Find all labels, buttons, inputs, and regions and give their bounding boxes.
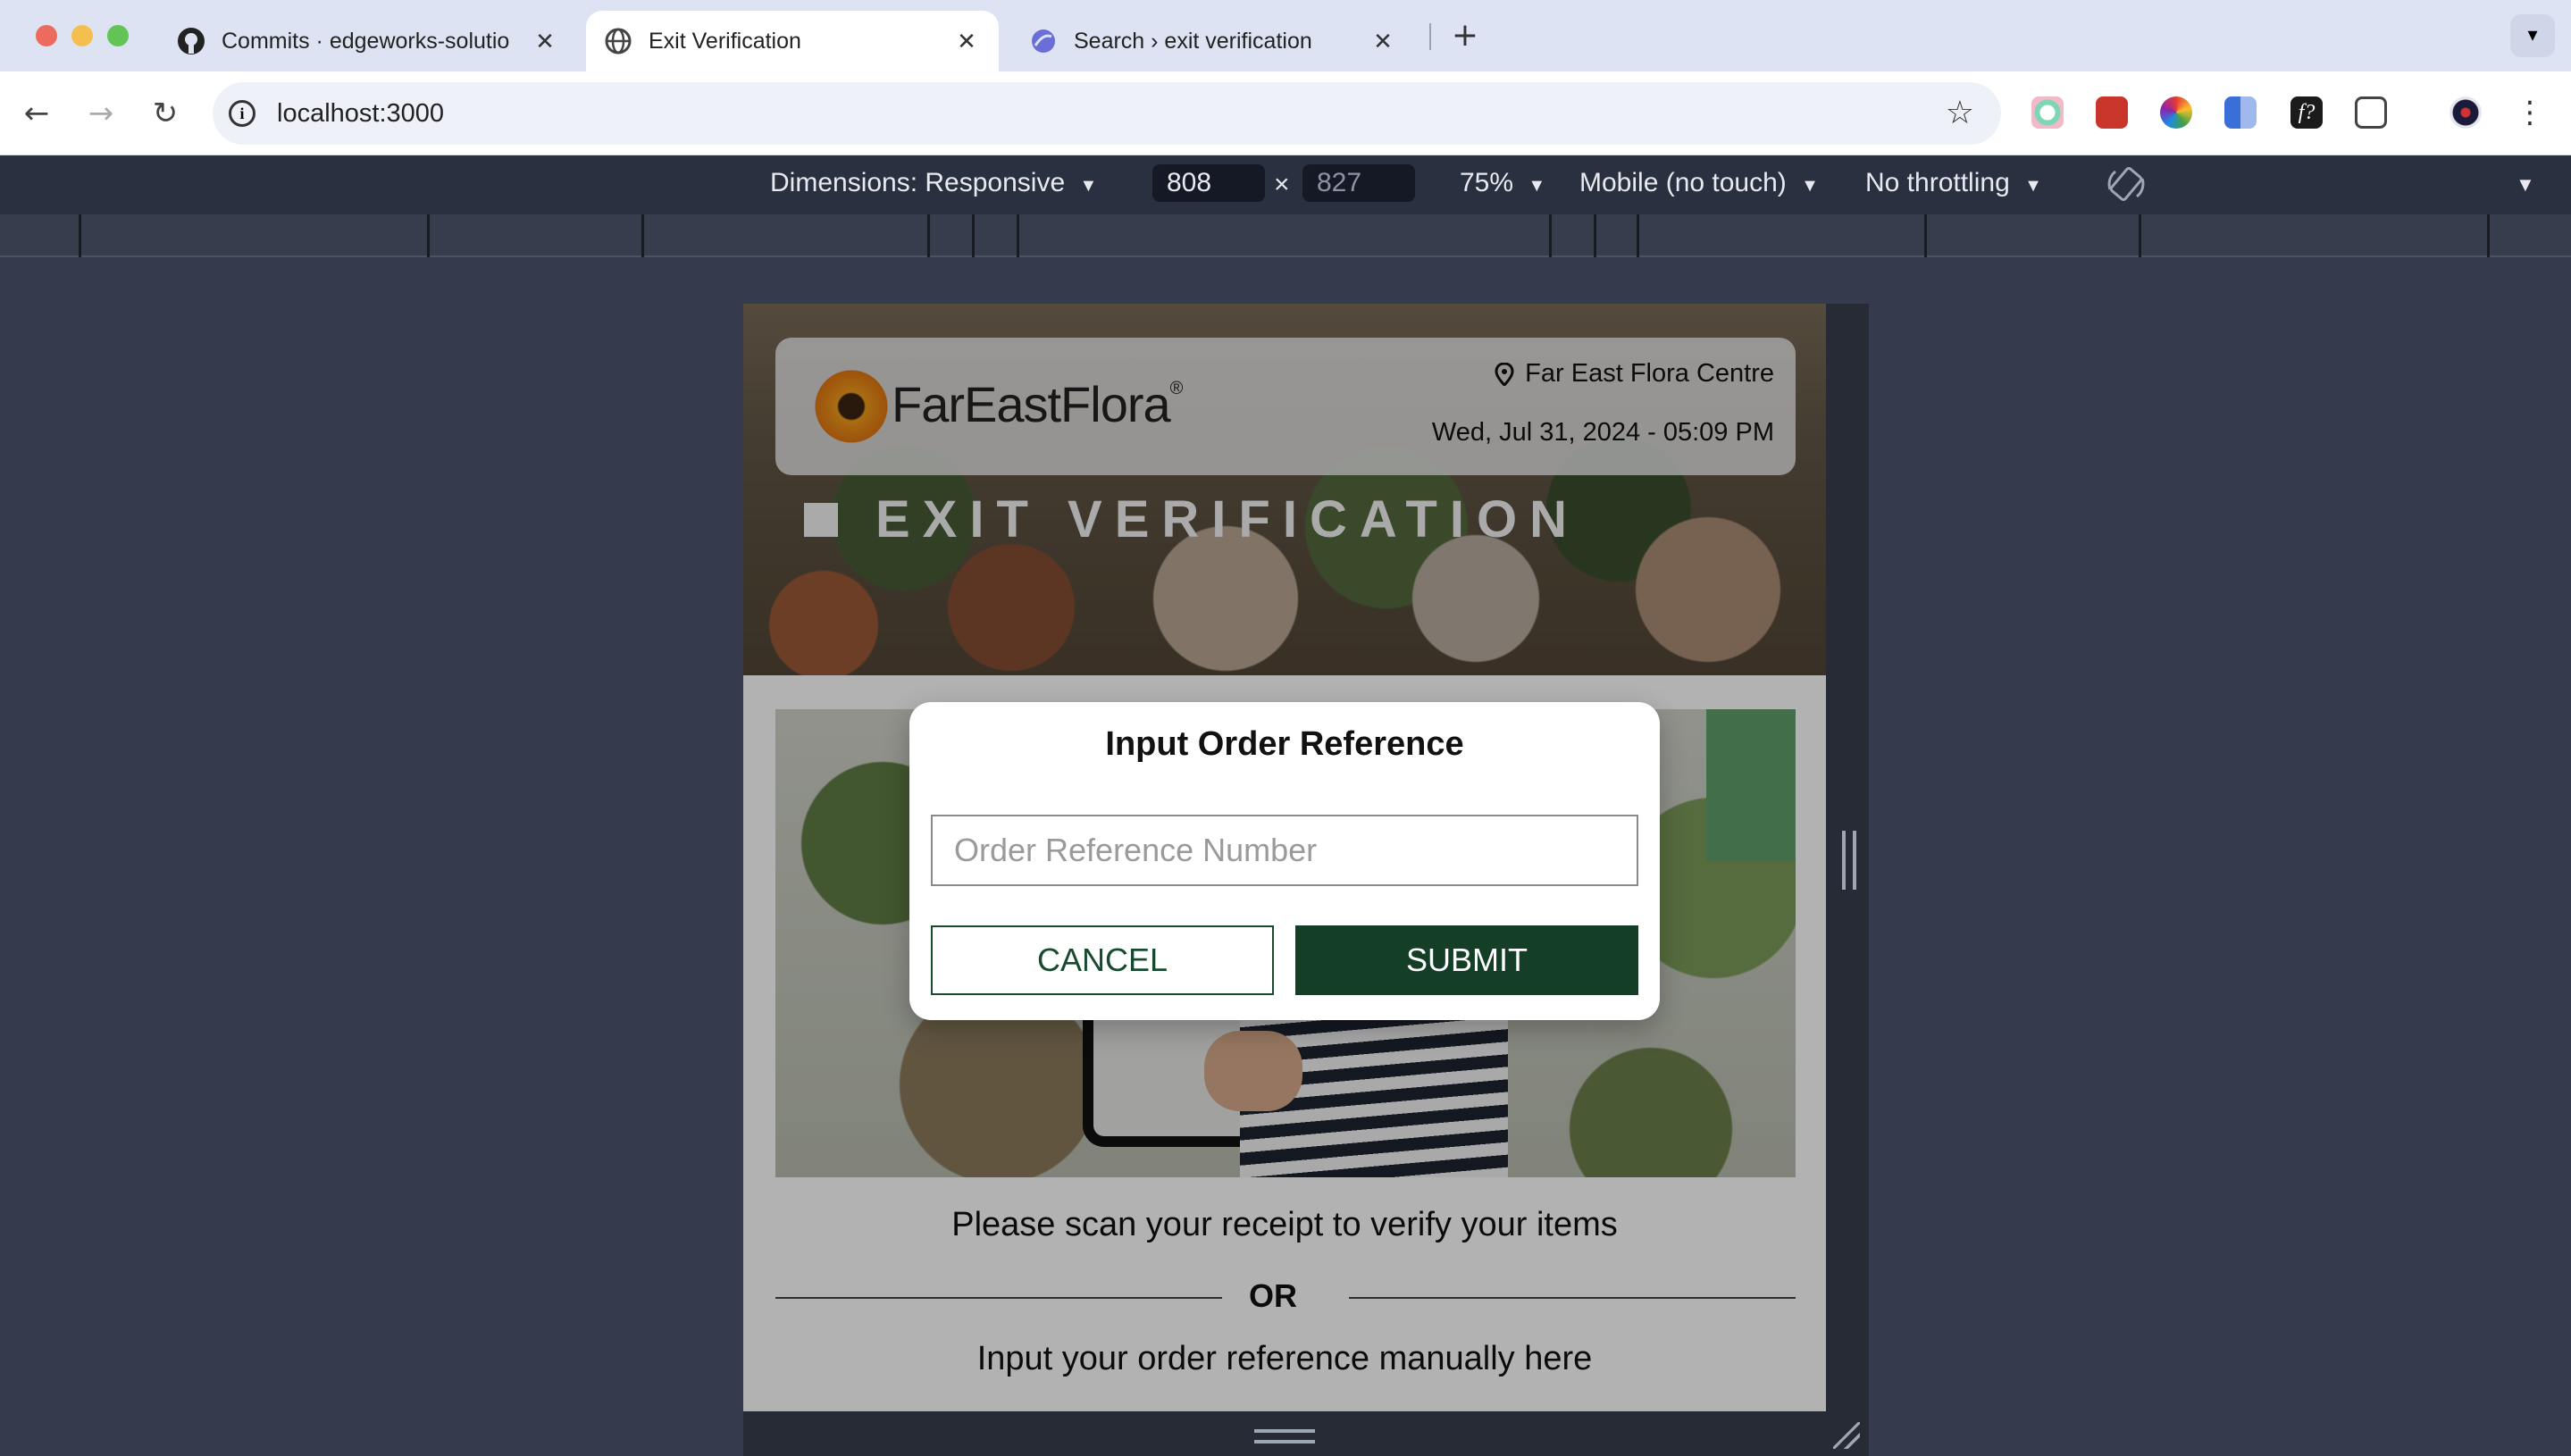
maximize-window-button[interactable] bbox=[107, 25, 129, 46]
tab-exit-verification[interactable]: Exit Verification ✕ bbox=[586, 11, 999, 71]
zoom-dropdown[interactable]: 75% ▼ bbox=[1460, 168, 1545, 198]
close-window-button[interactable] bbox=[36, 25, 57, 46]
color-picker-extension-icon[interactable] bbox=[2160, 96, 2192, 129]
extension-icon-1[interactable] bbox=[2031, 96, 2064, 129]
font-extension-icon[interactable]: f? bbox=[2290, 96, 2323, 129]
browser-tab-bar: Commits · edgeworks-solutio ✕ Exit Verif… bbox=[0, 0, 2571, 71]
new-tab-button[interactable]: + bbox=[1447, 18, 1483, 54]
app-viewport: FarEastFlora® Far East Flora Centre Wed,… bbox=[743, 304, 1826, 1411]
back-button[interactable]: ← bbox=[16, 93, 57, 134]
caret-down-icon: ▼ bbox=[1079, 176, 1098, 196]
submit-label: SUBMIT bbox=[1405, 941, 1528, 978]
media-query-ruler[interactable] bbox=[0, 214, 2571, 257]
height-input[interactable]: 827 bbox=[1302, 164, 1415, 202]
close-icon[interactable]: ✕ bbox=[952, 28, 981, 55]
width-value: 808 bbox=[1167, 168, 1212, 197]
tab-title: Search › exit verification bbox=[1074, 28, 1312, 54]
tab-commits[interactable]: Commits · edgeworks-solutio ✕ bbox=[159, 11, 577, 71]
globe-icon bbox=[604, 27, 632, 55]
reload-button[interactable]: ↻ bbox=[145, 93, 186, 134]
throttling-dropdown[interactable]: No throttling ▼ bbox=[1865, 168, 2042, 198]
tab-title: Exit Verification bbox=[649, 28, 801, 54]
forward-button[interactable]: → bbox=[80, 93, 121, 134]
extension-icon-2[interactable] bbox=[2096, 96, 2128, 129]
caret-down-icon: ▼ bbox=[1801, 176, 1819, 196]
zoom-value: 75% bbox=[1460, 168, 1514, 197]
tab-search[interactable]: Search › exit verification ✕ bbox=[1011, 11, 1415, 71]
order-reference-modal: Input Order Reference CANCEL SUBMIT bbox=[909, 702, 1660, 1020]
resize-width-handle[interactable] bbox=[1842, 831, 1856, 890]
minimize-window-button[interactable] bbox=[71, 25, 93, 46]
dimensions-label: Dimensions: Responsive bbox=[770, 168, 1066, 197]
profile-avatar[interactable] bbox=[2450, 96, 2482, 129]
kebab-menu-icon[interactable]: ⋮ bbox=[2514, 96, 2546, 129]
close-icon[interactable]: ✕ bbox=[1369, 28, 1397, 55]
device-type-value: Mobile (no touch) bbox=[1579, 168, 1787, 197]
search-app-icon bbox=[1029, 27, 1058, 55]
width-input[interactable]: 808 bbox=[1152, 164, 1265, 202]
tab-divider bbox=[1429, 23, 1431, 50]
dimensions-dropdown[interactable]: Dimensions: Responsive ▼ bbox=[770, 168, 1097, 198]
tab-title: Commits · edgeworks-solutio bbox=[222, 28, 510, 54]
address-bar[interactable]: i localhost:3000 ☆ bbox=[213, 82, 2001, 145]
close-icon[interactable]: ✕ bbox=[531, 28, 559, 55]
caret-down-icon: ▼ bbox=[2024, 176, 2042, 196]
resize-height-handle[interactable] bbox=[1254, 1429, 1315, 1443]
puzzle-extensions-icon[interactable] bbox=[2355, 96, 2387, 129]
url-text: localhost:3000 bbox=[277, 98, 445, 128]
reload-icon: ↻ bbox=[152, 96, 179, 131]
arrow-right-icon: → bbox=[88, 96, 114, 131]
device-type-dropdown[interactable]: Mobile (no touch) ▼ bbox=[1579, 168, 1819, 198]
github-icon bbox=[177, 27, 205, 55]
resize-corner-handle[interactable] bbox=[1833, 1422, 1860, 1449]
rotate-icon[interactable] bbox=[2105, 163, 2148, 213]
cancel-button[interactable]: CANCEL bbox=[931, 925, 1274, 995]
submit-button[interactable]: SUBMIT bbox=[1295, 925, 1638, 995]
cancel-label: CANCEL bbox=[1036, 941, 1168, 978]
device-toolbar-menu-icon[interactable]: ▼ bbox=[2516, 173, 2535, 197]
bookmark-star-icon[interactable]: ☆ bbox=[1946, 95, 1974, 131]
chevron-down-icon: ▾ bbox=[2527, 24, 2538, 46]
order-reference-input[interactable] bbox=[931, 815, 1638, 886]
height-value: 827 bbox=[1317, 168, 1362, 197]
tab-search-menu-button[interactable]: ▾ bbox=[2510, 14, 2555, 57]
arrow-left-icon: ← bbox=[23, 96, 50, 131]
throttling-value: No throttling bbox=[1865, 168, 2010, 197]
device-toolbar: Dimensions: Responsive ▼ 808 × 827 75% ▼… bbox=[0, 155, 2571, 214]
site-info-icon[interactable]: i bbox=[229, 100, 255, 127]
modal-title: Input Order Reference bbox=[1105, 725, 1464, 763]
times-symbol: × bbox=[1274, 170, 1290, 199]
caret-down-icon: ▼ bbox=[1528, 176, 1546, 196]
extension-icon-4[interactable] bbox=[2224, 96, 2257, 129]
